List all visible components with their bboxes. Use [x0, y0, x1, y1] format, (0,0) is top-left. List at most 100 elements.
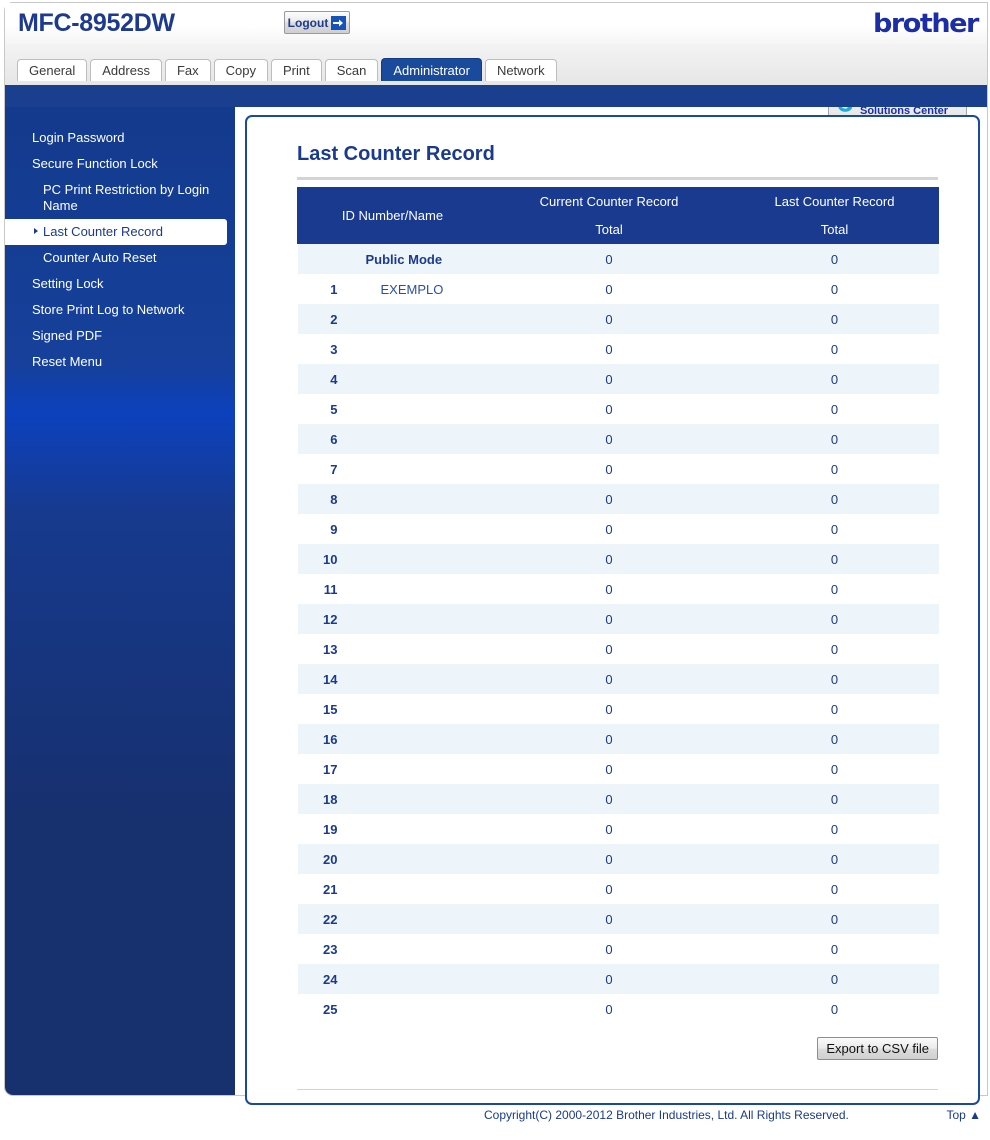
cell-current-total: 0	[605, 641, 613, 657]
browser-page: MFC-8952DW Logout brother General Addres…	[0, 0, 990, 1140]
cell-current-total: 0	[605, 461, 613, 477]
cell-last-total: 0	[830, 761, 839, 777]
cell-id-number: 25	[323, 1001, 338, 1017]
table-row: 15 0 0	[297, 694, 939, 724]
cell-id-number: 13	[323, 641, 338, 657]
cell-id-number-name: 21	[298, 874, 488, 904]
export-to-csv-button[interactable]: Export to CSV file	[817, 1037, 938, 1060]
sidebar-item-counter-auto-reset[interactable]: Counter Auto Reset	[5, 245, 235, 271]
sidebar-item-last-counter-record[interactable]: Last Counter Record	[5, 219, 227, 245]
cell-id-number-name: 9	[298, 514, 488, 544]
sidebar-item-label: Last Counter Record	[43, 224, 163, 239]
cell-id-number-name: 11	[298, 574, 488, 604]
cell-id-number-name: 1 EXEMPLO	[298, 274, 488, 304]
col-header-last-counter-record: Last Counter Record	[730, 187, 939, 216]
cell-id-number: 20	[323, 851, 338, 867]
cell-id-number-name: 14	[298, 664, 488, 694]
cell-last-total: 0	[830, 521, 839, 537]
logout-button[interactable]: Logout	[284, 11, 350, 34]
tab-address[interactable]: Address	[90, 59, 162, 81]
cell-last-total: 0	[830, 551, 839, 567]
cell-current-total: 0	[605, 791, 613, 807]
cell-id-number: 2	[330, 311, 338, 327]
tab-print[interactable]: Print	[270, 59, 322, 81]
tab-list: General Address Fax Copy Print Scan Admi…	[17, 58, 557, 81]
cell-last-total: 0	[830, 431, 839, 447]
cell-current-total: 0	[605, 371, 613, 387]
sidebar-item-signed-pdf[interactable]: Signed PDF	[5, 323, 235, 349]
cell-id-number: 22	[323, 911, 338, 927]
cell-last-total: 0	[830, 821, 839, 837]
table-row: 18 0 0	[297, 784, 939, 814]
cell-current-total: 0	[605, 911, 613, 927]
cell-id-number: 3	[330, 341, 338, 357]
export-row: Export to CSV file	[297, 1037, 938, 1060]
table-row: 2 0 0	[297, 304, 939, 334]
cell-id-number-name: 2	[298, 304, 488, 334]
sidebar-item-login-password[interactable]: Login Password	[5, 125, 235, 151]
sidebar-item-reset-menu[interactable]: Reset Menu	[5, 349, 235, 375]
cell-id-number-name: 12	[298, 604, 488, 634]
arrow-right-icon	[331, 15, 347, 30]
cell-id-number-name: 10	[298, 544, 488, 574]
cell-current-total: 0	[605, 551, 613, 567]
sidebar-item-setting-lock[interactable]: Setting Lock	[5, 271, 235, 297]
table-row: 13 0 0	[297, 634, 939, 664]
brother-logo: brother	[873, 9, 979, 39]
cell-current-total: 0	[605, 851, 613, 867]
counter-record-table: ID Number/Name Current Counter Record La…	[297, 187, 939, 1024]
cell-id-number-name: 5	[298, 394, 488, 424]
sidebar-item-store-print-log[interactable]: Store Print Log to Network	[5, 297, 235, 323]
cell-id-number-name: Public Mode	[298, 244, 488, 275]
cell-id-number-name: 24	[298, 964, 488, 994]
sidebar-nav: Login Password Secure Function Lock PC P…	[5, 107, 235, 1095]
cell-current-total: 0	[605, 611, 613, 627]
cell-current-total: 0	[605, 431, 613, 447]
cell-id-number: 18	[323, 791, 338, 807]
table-row: 16 0 0	[297, 724, 939, 754]
active-item-marker-icon	[34, 228, 38, 234]
cell-current-total: 0	[605, 281, 613, 297]
cell-id-number: 10	[323, 551, 338, 567]
cell-current-total: 0	[605, 671, 613, 687]
cell-current-total: 0	[605, 251, 613, 267]
blue-divider-bar	[5, 85, 987, 107]
cell-last-total: 0	[830, 281, 839, 297]
cell-current-total: 0	[605, 491, 613, 507]
cell-id-number-name: 6	[298, 424, 488, 454]
cell-last-total: 0	[830, 851, 839, 867]
cell-last-total: 0	[830, 401, 839, 417]
tab-scan[interactable]: Scan	[324, 59, 379, 81]
cell-last-total: 0	[830, 371, 839, 387]
cell-last-total: 0	[830, 671, 839, 687]
cell-id-number: 8	[330, 491, 338, 507]
table-row: 20 0 0	[297, 844, 939, 874]
table-row: 21 0 0	[297, 874, 939, 904]
logout-button-label: Logout	[287, 15, 329, 30]
tab-bar: General Address Fax Copy Print Scan Admi…	[5, 44, 987, 120]
cell-last-total: 0	[830, 1001, 839, 1017]
cell-last-total: 0	[830, 791, 839, 807]
content-panel: Last Counter Record ID Number/Name Curre…	[245, 115, 980, 1105]
bottom-divider	[297, 1089, 938, 1090]
cell-current-total: 0	[605, 341, 613, 357]
cell-last-total: 0	[830, 971, 839, 987]
tab-general[interactable]: General	[17, 59, 88, 81]
tab-network[interactable]: Network	[484, 59, 557, 81]
cell-id-number-name: 25	[298, 994, 488, 1024]
tab-administrator[interactable]: Administrator	[381, 58, 482, 81]
sidebar-item-secure-function-lock[interactable]: Secure Function Lock	[5, 151, 235, 177]
sidebar-item-pc-print-restriction[interactable]: PC Print Restriction by Login Name	[5, 177, 235, 219]
cell-id-number: 24	[323, 971, 338, 987]
back-to-top-link[interactable]: Top ▲	[946, 1108, 981, 1122]
cell-user-name: EXEMPLO	[380, 281, 444, 297]
cell-id-number-name: 17	[298, 754, 488, 784]
tab-copy[interactable]: Copy	[213, 59, 268, 81]
cell-current-total: 0	[605, 1001, 613, 1017]
tab-fax[interactable]: Fax	[164, 59, 211, 81]
page-title: Last Counter Record	[297, 143, 495, 165]
page-header: MFC-8952DW Logout brother	[5, 3, 987, 46]
cell-id-number: 17	[323, 761, 338, 777]
cell-current-total: 0	[605, 821, 613, 837]
cell-id-number: 11	[323, 581, 338, 597]
